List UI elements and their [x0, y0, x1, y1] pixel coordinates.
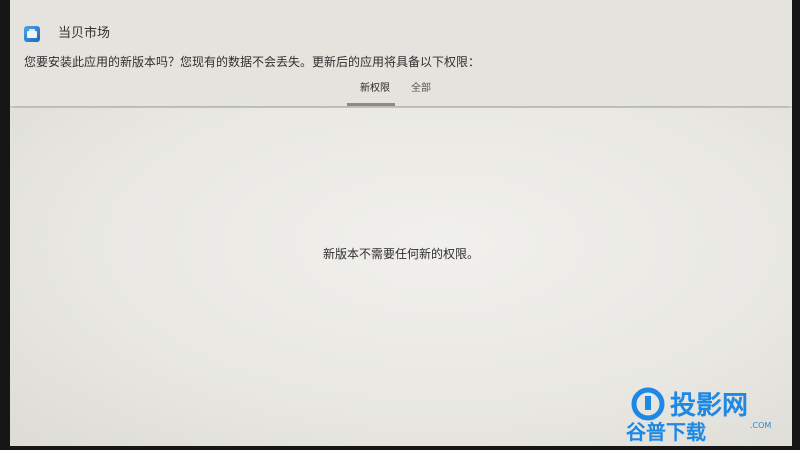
- tab-new-permissions[interactable]: 新权限: [360, 82, 390, 96]
- dialog-header: 当贝市场 您要安装此应用的新版本吗？您现有的数据不会丢失。更新后的应用将具备以下…: [10, 0, 792, 106]
- screen-bezel-right: [792, 0, 800, 450]
- app-store-icon: [24, 26, 40, 42]
- watermark-ring-bar: [645, 396, 651, 410]
- install-dialog: 当贝市场 您要安装此应用的新版本吗？您现有的数据不会丢失。更新后的应用将具备以下…: [10, 0, 792, 446]
- watermark-title: 投影网: [670, 391, 748, 421]
- watermark-domain: .COM: [750, 421, 771, 430]
- app-name: 当贝市场: [58, 26, 111, 41]
- install-question: 您要安装此应用的新版本吗？您现有的数据不会丢失。更新后的应用将具备以下权限：: [24, 55, 481, 69]
- active-tab-indicator: [347, 103, 395, 106]
- tab-all-permissions[interactable]: 全部: [411, 82, 431, 96]
- screen-bezel-left: [0, 0, 10, 450]
- no-new-permissions-message: 新版本不需要任何新的权限。: [322, 247, 479, 261]
- watermark-logo: 投影网 谷普下载 .COM: [626, 387, 771, 444]
- watermark-subtitle: 谷普下载: [626, 420, 706, 444]
- permission-tabs: 新权限 全部: [10, 78, 792, 106]
- app-store-icon-glyph: [27, 29, 37, 38]
- screen-bezel-bottom: [0, 446, 800, 450]
